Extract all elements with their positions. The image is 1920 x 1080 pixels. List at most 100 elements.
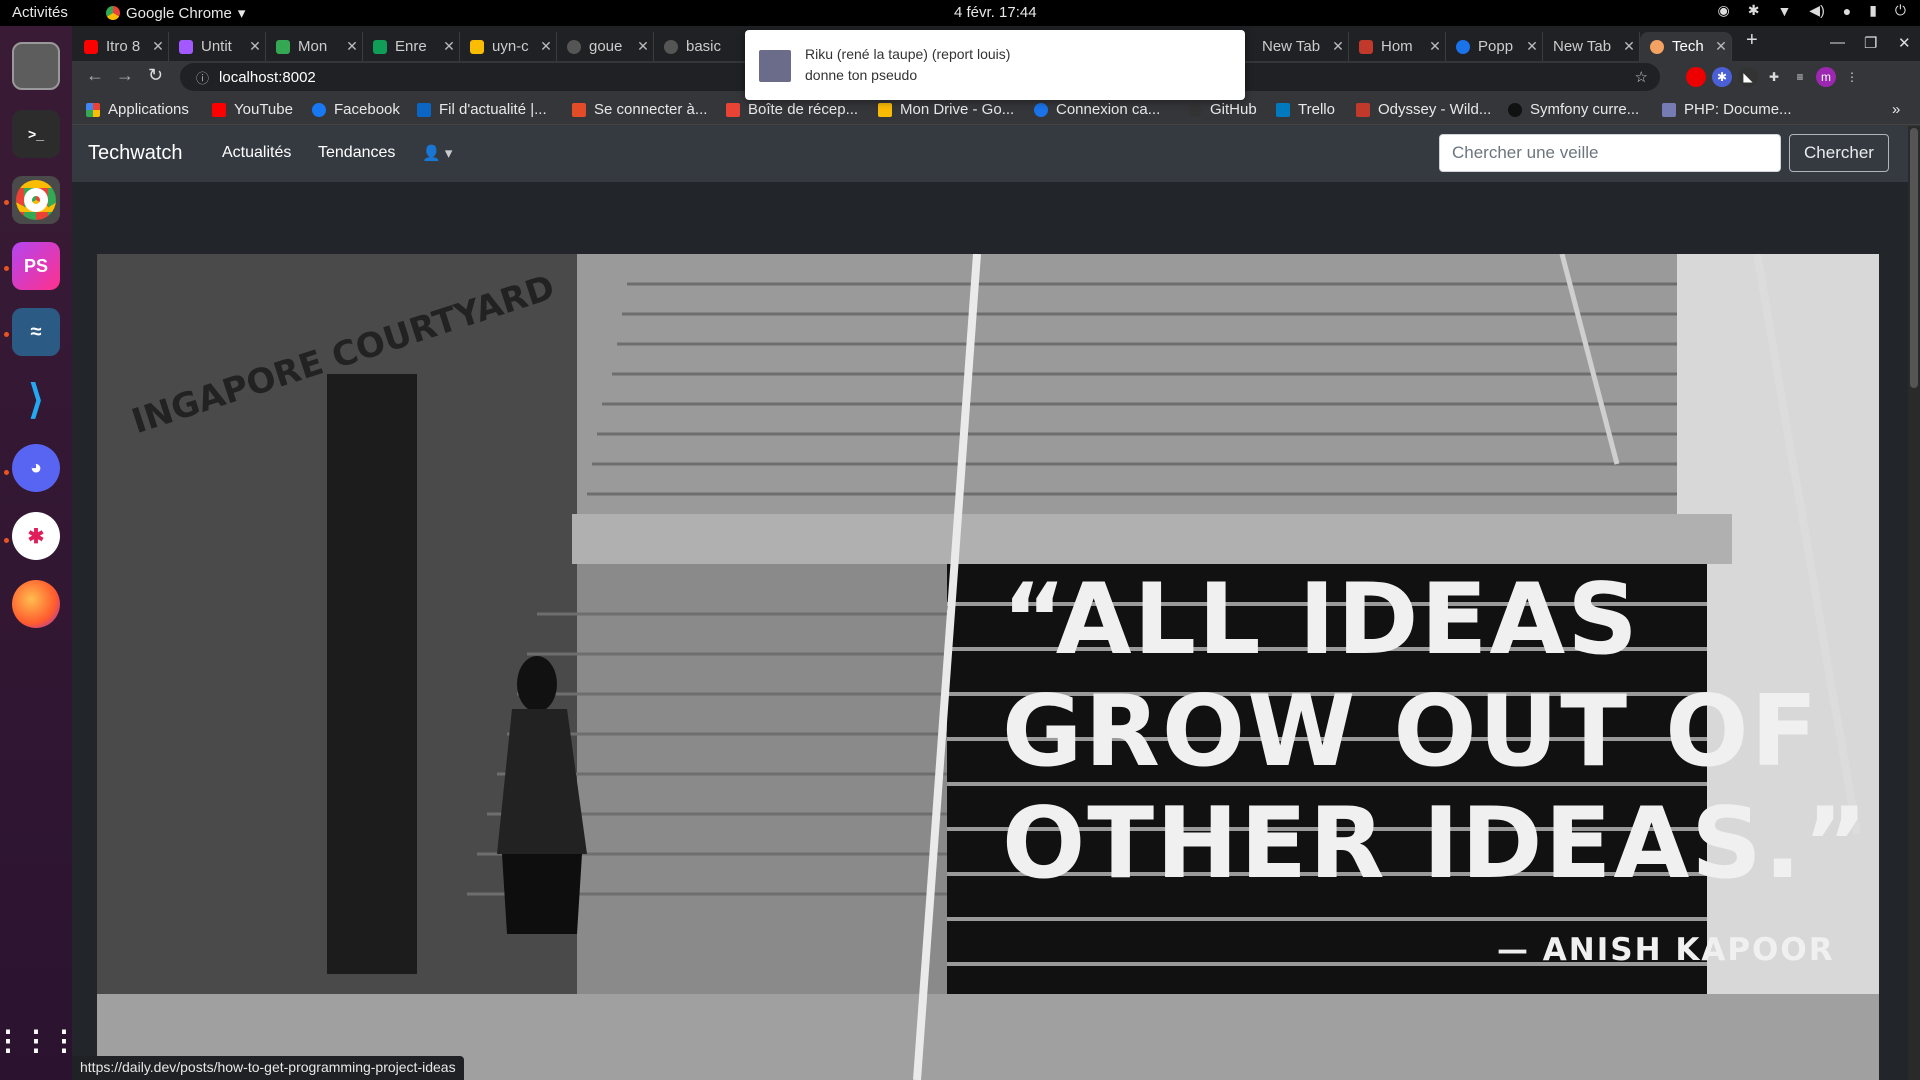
battery-icon[interactable]: ▮	[1869, 2, 1877, 19]
trello-icon	[1276, 102, 1290, 117]
bookmark-label: Facebook	[334, 101, 400, 118]
bookmark-facebook[interactable]: Facebook	[312, 101, 400, 118]
close-icon[interactable]: ✕	[148, 38, 168, 55]
bookmark-applications[interactable]: Applications	[86, 101, 189, 118]
tab[interactable]: Hom ✕	[1349, 32, 1446, 61]
bookmark-github[interactable]: GitHub	[1188, 101, 1257, 118]
phpstorm-icon[interactable]: PS	[12, 242, 60, 290]
dock: >_ PS ≈ ⟩ ◕ ✱ ⋮⋮⋮	[0, 26, 78, 1080]
scrollbar-thumb[interactable]	[1910, 128, 1918, 388]
search-input[interactable]: Chercher une veille	[1439, 134, 1781, 172]
firefox-icon[interactable]	[12, 580, 60, 628]
tab[interactable]: New Tab ✕	[1252, 32, 1349, 61]
hero-quote-author: — ANISH KAPOOR	[1497, 932, 1835, 968]
microphone-icon[interactable]: ●	[1843, 3, 1851, 19]
close-icon[interactable]: ✕	[1619, 38, 1639, 55]
tab-title: Mon	[298, 38, 328, 55]
slack-icon[interactable]: ✱	[12, 512, 60, 560]
close-icon[interactable]: ✕	[633, 38, 653, 55]
discord-notification[interactable]: Riku (rené la taupe) (report louis) donn…	[745, 30, 1245, 100]
extension-icon[interactable]: ◣	[1738, 67, 1758, 87]
tab[interactable]: goue ✕	[557, 32, 654, 61]
notification-title: Riku (rené la taupe) (report louis)	[805, 46, 1011, 62]
app-grid-icon[interactable]: ⋮⋮⋮	[0, 1016, 78, 1064]
system-top-bar: Activités Google Chrome ▾ 4 févr. 17:44 …	[0, 0, 1920, 26]
tab[interactable]: uyn-c ✕	[460, 32, 557, 61]
close-icon[interactable]: ✕	[439, 38, 459, 55]
bookmark-label: PHP: Docume...	[1684, 101, 1792, 118]
vscode-icon[interactable]: ⟩	[12, 376, 60, 424]
bookmark-label: GitHub	[1210, 101, 1257, 118]
tab-title: Popp	[1478, 38, 1514, 55]
extension-icon[interactable]: ✱	[1712, 67, 1732, 87]
media-controls-icon[interactable]: ≡	[1790, 67, 1810, 87]
running-indicator	[4, 332, 9, 337]
bookmark-odyssey[interactable]: Odyssey - Wild...	[1356, 101, 1491, 118]
reload-button[interactable]: ↻	[148, 65, 163, 86]
tab[interactable]: Popp ✕	[1446, 32, 1543, 61]
volume-icon[interactable]: ◀)	[1809, 2, 1824, 19]
mysql-workbench-icon[interactable]: ≈	[12, 308, 60, 356]
tab[interactable]: Itro 8 ✕	[74, 32, 169, 61]
close-icon[interactable]: ✕	[1328, 38, 1348, 55]
tab-title: goue	[589, 38, 623, 55]
close-icon[interactable]: ✕	[1425, 38, 1445, 55]
files-icon[interactable]	[12, 42, 60, 90]
maximize-button[interactable]: ❐	[1864, 34, 1877, 52]
slack-tray-icon[interactable]: ✱	[1748, 2, 1760, 19]
close-icon[interactable]: ✕	[342, 38, 362, 55]
minimize-button[interactable]: —	[1830, 34, 1845, 51]
nav-link-tendances[interactable]: Tendances	[318, 144, 395, 162]
user-dropdown[interactable]: 👤 ▾	[422, 144, 452, 162]
page-scrollbar[interactable]	[1908, 126, 1920, 1080]
back-button[interactable]: ←	[86, 65, 104, 86]
bookmark-connect[interactable]: Se connecter à...	[572, 101, 707, 118]
youtube-icon	[212, 102, 226, 117]
bookmark-label: Applications	[108, 101, 189, 118]
search-button[interactable]: Chercher	[1789, 134, 1889, 172]
bookmark-youtube[interactable]: YouTube	[212, 101, 293, 118]
close-icon[interactable]: ✕	[245, 38, 265, 55]
wifi-icon[interactable]: ▼	[1777, 3, 1791, 19]
bookmark-gmail[interactable]: Boîte de récep...	[726, 101, 858, 118]
app-menu[interactable]: Google Chrome ▾	[106, 4, 245, 22]
site-brand[interactable]: Techwatch	[88, 142, 183, 165]
discord-icon[interactable]: ◕	[12, 444, 60, 492]
close-window-button[interactable]: ✕	[1898, 34, 1911, 52]
bookmark-symfony[interactable]: Symfony curre...	[1508, 101, 1639, 118]
new-tab-button[interactable]: +	[1746, 29, 1758, 52]
more-bookmarks-icon[interactable]: »	[1892, 101, 1900, 118]
tab[interactable]: Enre ✕	[363, 32, 460, 61]
info-icon[interactable]: ⓘ	[196, 68, 209, 87]
discord-tray-icon[interactable]: ◉	[1717, 2, 1729, 19]
forward-button[interactable]: →	[116, 65, 134, 86]
tab[interactable]: New Tab ✕	[1543, 32, 1640, 61]
terminal-icon[interactable]: >_	[12, 110, 60, 158]
tab[interactable]: basic	[654, 32, 749, 61]
tab-title: basic	[686, 38, 722, 55]
tab[interactable]: Mon ✕	[266, 32, 363, 61]
menu-kebab-icon[interactable]: ⋮	[1842, 67, 1862, 87]
profile-avatar[interactable]: m	[1816, 67, 1836, 87]
system-tray[interactable]: ◉ ✱ ▼ ◀) ● ▮ ⏻	[1717, 2, 1906, 19]
activities-button[interactable]: Activités	[12, 4, 68, 21]
power-icon[interactable]: ⏻	[1895, 2, 1906, 19]
close-icon[interactable]: ✕	[1711, 38, 1731, 55]
bookmark-php[interactable]: PHP: Docume...	[1662, 101, 1792, 118]
bookmark-trello[interactable]: Trello	[1276, 101, 1335, 118]
adblock-extension-icon[interactable]	[1686, 67, 1706, 87]
extensions-puzzle-icon[interactable]: ✚	[1764, 67, 1784, 87]
page-content: Techwatch Actualités Tendances 👤 ▾ Cherc…	[72, 126, 1908, 1080]
bookmark-star-icon[interactable]: ☆	[1635, 68, 1648, 86]
close-icon[interactable]: ✕	[1522, 38, 1542, 55]
nav-link-actualites[interactable]: Actualités	[222, 144, 291, 162]
tab[interactable]: Untit ✕	[169, 32, 266, 61]
clock[interactable]: 4 févr. 17:44	[954, 4, 1037, 21]
bookmark-linkedin[interactable]: Fil d'actualité |...	[417, 101, 547, 118]
bookmark-drive[interactable]: Mon Drive - Go...	[878, 101, 1014, 118]
avatar	[759, 50, 791, 82]
close-icon[interactable]: ✕	[536, 38, 556, 55]
bookmark-connexion[interactable]: Connexion ca...	[1034, 101, 1160, 118]
chrome-icon[interactable]	[12, 176, 60, 224]
tab-active[interactable]: Tech ✕	[1640, 32, 1732, 61]
